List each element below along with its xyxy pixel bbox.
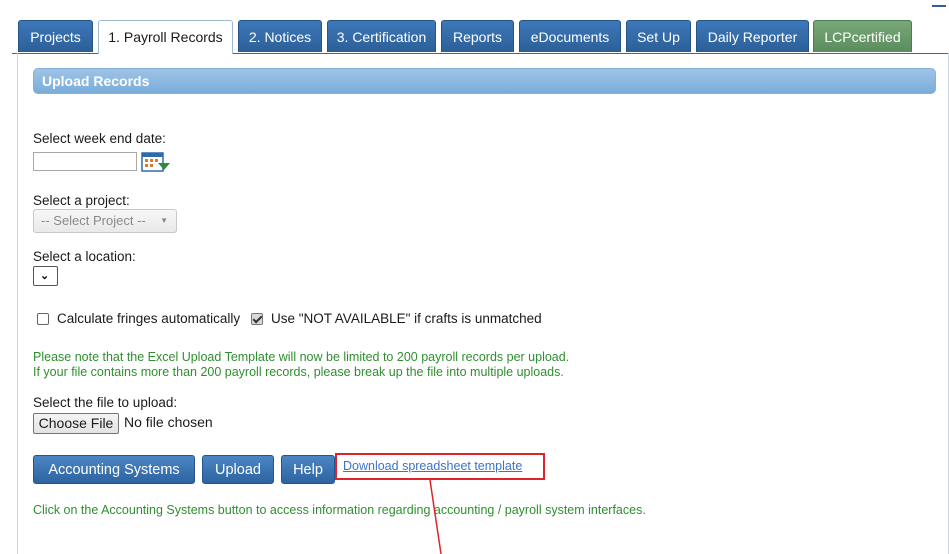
annotation-pointer-line: [429, 479, 442, 554]
